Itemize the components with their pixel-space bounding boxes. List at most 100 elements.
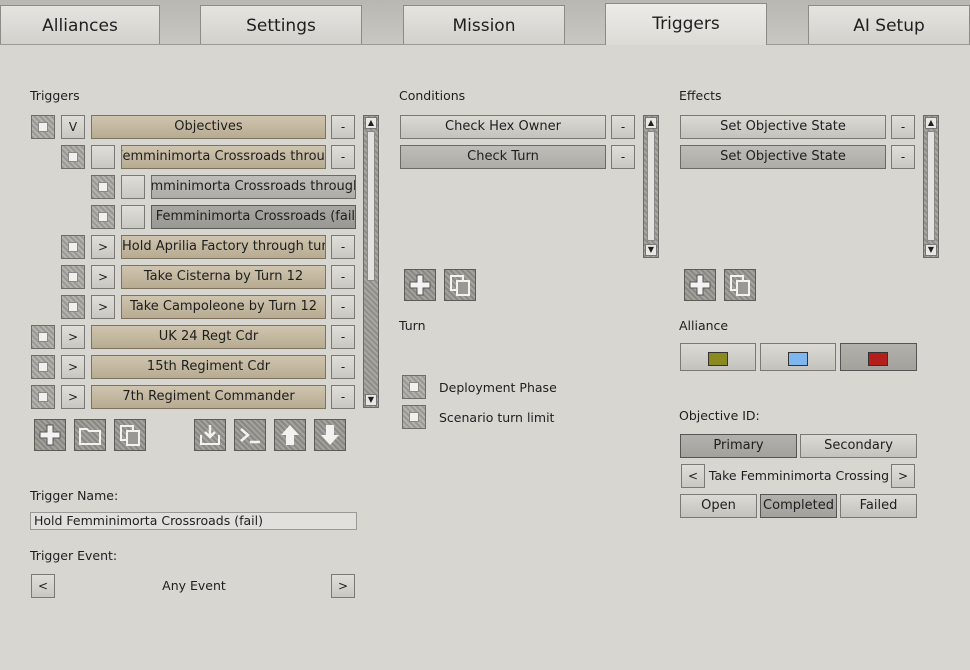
effect-item-selected[interactable]: Set Objective State xyxy=(680,145,886,169)
trigger-remove-button[interactable]: - xyxy=(331,115,355,139)
trigger-item-selected[interactable]: Hold Femminimorta Crossroads (fail) xyxy=(151,205,356,229)
trigger-event-prev-button[interactable]: < xyxy=(31,574,55,598)
condition-item-selected[interactable]: Check Turn xyxy=(400,145,606,169)
trigger-checkbox[interactable] xyxy=(61,265,85,289)
alliance-button-3[interactable] xyxy=(840,343,917,371)
scroll-down-icon[interactable]: ▼ xyxy=(925,244,937,256)
scroll-thumb[interactable] xyxy=(647,131,655,241)
condition-item[interactable]: Check Hex Owner xyxy=(400,115,606,139)
tab-triggers[interactable]: Triggers xyxy=(605,3,767,45)
tab-settings[interactable]: Settings xyxy=(200,5,362,44)
trigger-remove-button[interactable]: - xyxy=(331,235,355,259)
condition-remove-button[interactable]: - xyxy=(611,145,635,169)
copy-icon xyxy=(730,275,750,296)
add-condition-button[interactable] xyxy=(404,269,436,301)
trigger-item-objectives[interactable]: Objectives xyxy=(91,115,326,139)
scroll-up-icon[interactable]: ▲ xyxy=(365,117,377,129)
trigger-expand-button[interactable] xyxy=(121,205,145,229)
copy-trigger-button[interactable] xyxy=(114,419,146,451)
trigger-item[interactable]: Take Cisterna by Turn 12 xyxy=(121,265,326,289)
copy-effect-button[interactable] xyxy=(724,269,756,301)
effect-remove-button[interactable]: - xyxy=(891,145,915,169)
alliance-color-swatch xyxy=(708,352,728,366)
terminal-icon xyxy=(240,428,260,444)
trigger-remove-button[interactable]: - xyxy=(331,385,355,409)
trigger-item[interactable]: Hold Femminimorta Crossroads through tur… xyxy=(151,175,356,199)
tab-mission[interactable]: Mission xyxy=(403,5,565,44)
trigger-expand-button[interactable]: > xyxy=(91,235,115,259)
arrow-down-icon xyxy=(321,425,339,445)
tab-label: Triggers xyxy=(652,14,720,34)
trigger-checkbox[interactable] xyxy=(31,355,55,379)
trigger-expand-button[interactable]: > xyxy=(91,295,115,319)
triggers-scrollbar[interactable]: ▲ ▼ xyxy=(363,115,379,408)
trigger-remove-button[interactable]: - xyxy=(331,145,355,169)
trigger-item[interactable]: Take Campoleone by Turn 12 xyxy=(121,295,326,319)
trigger-item[interactable]: UK 24 Regt Cdr xyxy=(91,325,326,349)
objective-completed-button[interactable]: Completed xyxy=(760,494,837,518)
trigger-checkbox[interactable] xyxy=(61,235,85,259)
effect-remove-button[interactable]: - xyxy=(891,115,915,139)
add-trigger-button[interactable] xyxy=(34,419,66,451)
objective-next-button[interactable]: > xyxy=(891,464,915,488)
scroll-down-icon[interactable]: ▼ xyxy=(365,394,377,406)
trigger-expand-button[interactable]: > xyxy=(61,325,85,349)
alliance-button-1[interactable] xyxy=(680,343,756,371)
trigger-expand-button[interactable]: > xyxy=(61,385,85,409)
trigger-expand-button[interactable]: > xyxy=(91,265,115,289)
trigger-event-value: Any Event xyxy=(162,578,226,593)
move-down-button[interactable] xyxy=(314,419,346,451)
scroll-thumb[interactable] xyxy=(927,131,935,241)
trigger-expand-button[interactable] xyxy=(121,175,145,199)
folder-icon xyxy=(79,428,101,445)
objective-prev-button[interactable]: < xyxy=(681,464,705,488)
trigger-checkbox[interactable] xyxy=(31,325,55,349)
scroll-up-icon[interactable]: ▲ xyxy=(925,117,937,129)
trigger-item[interactable]: 15th Regiment Cdr xyxy=(91,355,326,379)
trigger-checkbox[interactable] xyxy=(91,205,115,229)
trigger-expand-button[interactable] xyxy=(91,145,115,169)
console-button[interactable] xyxy=(234,419,266,451)
scenario-turn-limit-label: Scenario turn limit xyxy=(439,410,555,425)
scenario-turn-limit-checkbox[interactable] xyxy=(402,405,426,429)
trigger-item[interactable]: Hold Femminimorta Crossroads through tur… xyxy=(121,145,326,169)
trigger-name-input[interactable]: Hold Femminimorta Crossroads (fail) xyxy=(30,512,357,530)
trigger-item[interactable]: 7th Regiment Commander xyxy=(91,385,326,409)
move-up-button[interactable] xyxy=(274,419,306,451)
objective-secondary-button[interactable]: Secondary xyxy=(800,434,917,458)
objective-primary-button[interactable]: Primary xyxy=(680,434,797,458)
trigger-remove-button[interactable]: - xyxy=(331,355,355,379)
add-folder-button[interactable] xyxy=(74,419,106,451)
objective-failed-button[interactable]: Failed xyxy=(840,494,917,518)
conditions-scrollbar[interactable]: ▲ ▼ xyxy=(643,115,659,258)
import-trigger-button[interactable] xyxy=(194,419,226,451)
scroll-down-icon[interactable]: ▼ xyxy=(645,244,657,256)
copy-condition-button[interactable] xyxy=(444,269,476,301)
trigger-expand-button[interactable]: > xyxy=(61,355,85,379)
condition-remove-button[interactable]: - xyxy=(611,115,635,139)
trigger-checkbox[interactable] xyxy=(61,295,85,319)
tab-ai-setup[interactable]: AI Setup xyxy=(808,5,970,44)
deployment-phase-checkbox[interactable] xyxy=(402,375,426,399)
trigger-checkbox[interactable] xyxy=(91,175,115,199)
scroll-up-icon[interactable]: ▲ xyxy=(645,117,657,129)
objective-open-button[interactable]: Open xyxy=(680,494,757,518)
scroll-thumb[interactable] xyxy=(367,131,375,281)
plus-icon xyxy=(409,274,431,296)
objective-name: Take Femminimorta Crossing xyxy=(708,468,890,483)
trigger-remove-button[interactable]: - xyxy=(331,265,355,289)
trigger-checkbox[interactable] xyxy=(31,385,55,409)
trigger-expand-button[interactable]: V xyxy=(61,115,85,139)
trigger-remove-button[interactable]: - xyxy=(331,325,355,349)
alliance-button-2[interactable] xyxy=(760,343,836,371)
tab-alliances[interactable]: Alliances xyxy=(0,5,160,44)
trigger-item[interactable]: Hold Aprilia Factory through turn 16 xyxy=(121,235,326,259)
trigger-event-next-button[interactable]: > xyxy=(331,574,355,598)
trigger-checkbox[interactable] xyxy=(61,145,85,169)
trigger-checkbox[interactable] xyxy=(31,115,55,139)
effects-scrollbar[interactable]: ▲ ▼ xyxy=(923,115,939,258)
effect-item[interactable]: Set Objective State xyxy=(680,115,886,139)
trigger-remove-button[interactable]: - xyxy=(331,295,355,319)
add-effect-button[interactable] xyxy=(684,269,716,301)
tab-label: Alliances xyxy=(42,16,118,36)
